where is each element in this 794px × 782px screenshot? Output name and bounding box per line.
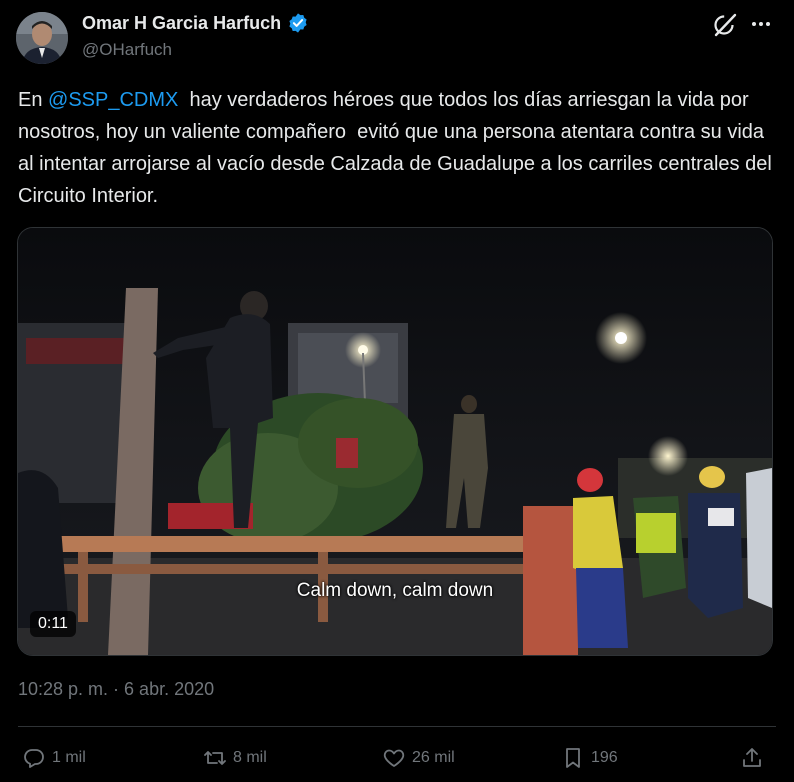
bookmark-button[interactable]: 196 [561,740,618,776]
verified-badge-icon[interactable] [287,12,309,34]
grok-icon[interactable] [712,12,738,38]
video-caption: Calm down, calm down [296,580,494,601]
reply-button[interactable]: 1 mil [22,740,86,776]
avatar-image [16,12,68,64]
share-icon [743,748,761,767]
author-handle[interactable]: @OHarfuch [82,40,172,60]
tweet-timestamp[interactable]: 10:28 p. m. · 6 abr. 2020 [18,679,214,700]
mention-link[interactable]: @SSP_CDMX [48,89,178,111]
author-display-name[interactable]: Omar H Garcia Harfuch [82,13,281,34]
avatar[interactable] [16,12,68,64]
reply-icon [24,749,44,768]
like-icon [383,749,405,767]
video-duration-badge: 0:11 [30,611,76,637]
bookmark-count: 196 [591,749,618,766]
share-button[interactable] [740,740,764,776]
more-icon[interactable] [752,14,770,34]
divider [18,726,776,727]
like-button[interactable]: 26 mil [382,740,455,776]
repost-button[interactable]: 8 mil [203,740,267,776]
tweet-text: En @SSP_CDMX hay verdaderos héroes que t… [18,84,778,212]
action-bar: 1 mil 8 mil 26 mil 196 [0,740,794,776]
tweet-text-before: En [18,89,49,111]
repost-icon [204,751,226,765]
reply-count: 1 mil [52,749,86,766]
like-count: 26 mil [412,749,455,766]
video-player[interactable]: Calm down, calm down [17,227,773,656]
bookmark-icon [566,748,580,768]
repost-count: 8 mil [233,749,267,766]
